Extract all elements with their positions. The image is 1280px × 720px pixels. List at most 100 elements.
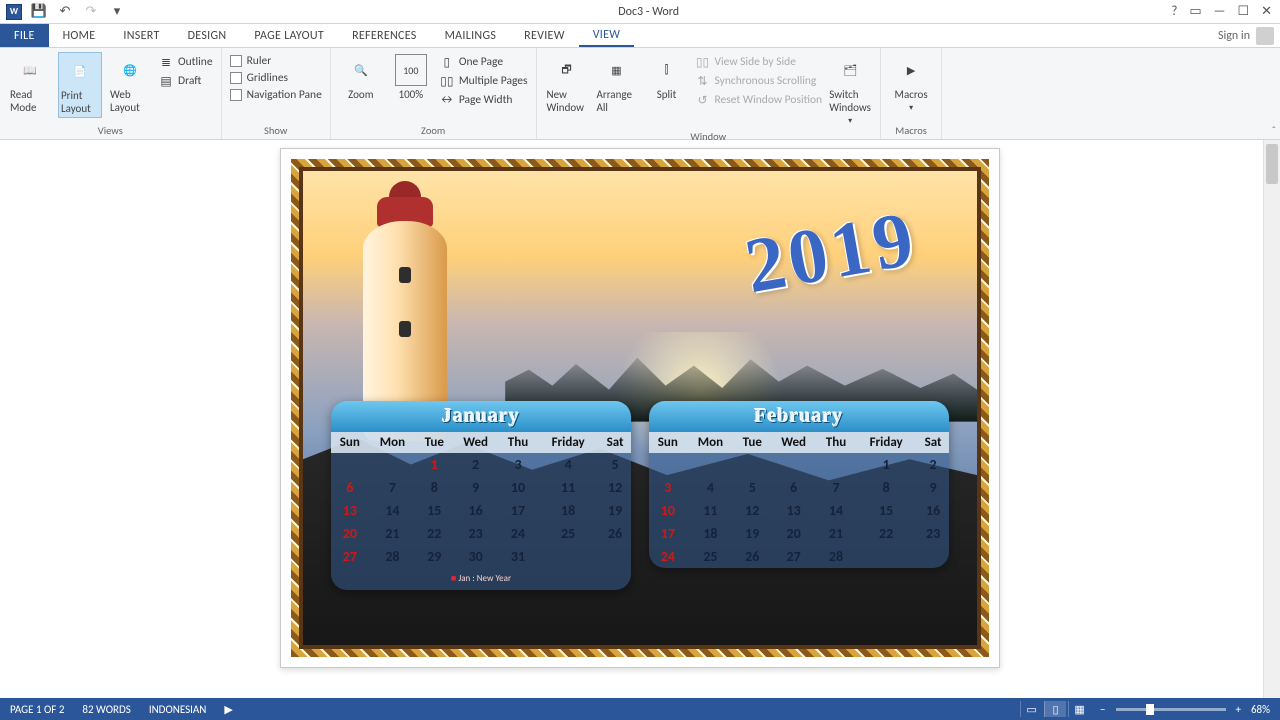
page[interactable]: 2019 January SunMonTueWedThuFridaySat 12… xyxy=(280,148,1000,668)
zoom-level[interactable]: 68% xyxy=(1251,703,1270,716)
sync-scroll-icon: ⇅ xyxy=(695,73,711,89)
day-cell xyxy=(687,453,734,476)
read-mode-view-icon[interactable]: ▭ xyxy=(1020,701,1042,717)
macros-icon: ▶ xyxy=(895,54,927,86)
day-cell: 12 xyxy=(599,476,631,499)
arrange-all-button[interactable]: ▦Arrange All xyxy=(595,52,639,116)
arrange-all-icon: ▦ xyxy=(601,54,633,86)
print-layout-button[interactable]: 📄 Print Layout xyxy=(58,52,102,118)
zoom-out-button[interactable]: − xyxy=(1100,703,1105,716)
zoom-slider-knob[interactable] xyxy=(1146,704,1154,715)
day-cell: 8 xyxy=(855,476,917,499)
day-cell: 15 xyxy=(416,499,452,522)
web-layout-button[interactable]: 🌐 Web Layout xyxy=(108,52,152,116)
group-views-label: Views xyxy=(8,122,213,137)
multiple-pages-button[interactable]: ▯▯Multiple Pages xyxy=(439,73,528,89)
year-title[interactable]: 2019 xyxy=(738,193,923,312)
draft-button[interactable]: ▤Draft xyxy=(158,73,213,89)
page-width-button[interactable]: ↔Page Width xyxy=(439,92,528,108)
minimize-icon[interactable]: — xyxy=(1214,4,1226,19)
tab-references[interactable]: REFERENCES xyxy=(338,24,431,47)
ruler-checkbox[interactable]: Ruler xyxy=(230,54,322,68)
maximize-icon[interactable]: ☐ xyxy=(1237,4,1249,19)
zoom-100-button[interactable]: 100 100% xyxy=(389,52,433,103)
ribbon-options-icon[interactable]: ▭ xyxy=(1189,4,1201,19)
print-layout-view-icon[interactable]: ▯ xyxy=(1044,701,1066,717)
day-header: Mon xyxy=(369,432,416,453)
tab-file[interactable]: FILE xyxy=(0,24,49,47)
gridlines-checkbox[interactable]: Gridlines xyxy=(230,71,322,85)
undo-icon[interactable]: ↶ xyxy=(56,3,74,21)
sign-in-link[interactable]: Sign in xyxy=(1218,29,1250,43)
split-button[interactable]: ⫿Split xyxy=(645,52,689,103)
switch-windows-button[interactable]: 🗂Switch Windows▾ xyxy=(828,52,872,128)
day-cell: 28 xyxy=(369,545,416,568)
zoom-in-button[interactable]: + xyxy=(1236,703,1241,716)
tab-mailings[interactable]: MAILINGS xyxy=(431,24,511,47)
macros-button[interactable]: ▶Macros▾ xyxy=(889,52,933,115)
day-cell: 1 xyxy=(855,453,917,476)
zoom-slider[interactable] xyxy=(1116,708,1226,711)
day-cell: 15 xyxy=(855,499,917,522)
day-cell: 5 xyxy=(599,453,631,476)
read-mode-button[interactable]: 📖 Read Mode xyxy=(8,52,52,116)
tab-insert[interactable]: INSERT xyxy=(109,24,173,47)
split-label: Split xyxy=(657,88,677,101)
group-macros-label: Macros xyxy=(889,122,933,137)
one-page-button[interactable]: ▯One Page xyxy=(439,54,528,70)
day-cell: 7 xyxy=(369,476,416,499)
scroll-thumb[interactable] xyxy=(1266,144,1278,184)
status-macro-icon[interactable]: ▶ xyxy=(224,703,232,716)
calendar-january[interactable]: January SunMonTueWedThuFridaySat 1234567… xyxy=(331,401,631,590)
calendar-february[interactable]: February SunMonTueWedThuFridaySat 123456… xyxy=(649,401,949,568)
close-icon[interactable]: ✕ xyxy=(1261,4,1272,19)
side-by-side-label: View Side by Side xyxy=(715,55,796,69)
vertical-scrollbar[interactable] xyxy=(1263,140,1280,698)
day-cell: 27 xyxy=(331,545,369,568)
quick-access-toolbar: W 💾 ↶ ↷ ▾ xyxy=(0,3,126,21)
calendar-note: ■ Jan : New Year xyxy=(331,568,631,590)
day-cell: 5 xyxy=(734,476,770,499)
status-language[interactable]: INDONESIAN xyxy=(149,703,207,716)
day-header: Sat xyxy=(917,432,949,453)
status-words[interactable]: 82 WORDS xyxy=(82,703,130,716)
user-avatar-icon[interactable] xyxy=(1256,27,1274,45)
tab-view[interactable]: VIEW xyxy=(579,24,635,47)
zoom-button[interactable]: 🔍 Zoom xyxy=(339,52,383,103)
day-cell xyxy=(649,453,687,476)
save-icon[interactable]: 💾 xyxy=(30,3,48,21)
view-side-by-side-button[interactable]: ▯▯View Side by Side xyxy=(695,54,823,70)
tab-design[interactable]: DESIGN xyxy=(174,24,241,47)
nav-pane-checkbox[interactable]: Navigation Pane xyxy=(230,88,322,102)
collapse-ribbon-icon[interactable]: ˆ xyxy=(1272,124,1276,137)
title-bar: W 💾 ↶ ↷ ▾ Doc3 - Word ? ▭ — ☐ ✕ xyxy=(0,0,1280,24)
checkbox-icon xyxy=(230,89,242,101)
outline-button[interactable]: ≣Outline xyxy=(158,54,213,70)
read-mode-label: Read Mode xyxy=(10,88,50,114)
qat-customize-icon[interactable]: ▾ xyxy=(108,3,126,21)
web-layout-label: Web Layout xyxy=(110,88,150,114)
help-icon[interactable]: ? xyxy=(1171,4,1177,19)
day-cell: 21 xyxy=(817,522,855,545)
status-page[interactable]: PAGE 1 OF 2 xyxy=(10,703,64,716)
view-shortcuts: ▭ ▯ ▦ xyxy=(1020,701,1090,717)
day-cell xyxy=(817,453,855,476)
outline-icon: ≣ xyxy=(158,54,174,70)
tab-page-layout[interactable]: PAGE LAYOUT xyxy=(240,24,338,47)
page-border: 2019 January SunMonTueWedThuFridaySat 12… xyxy=(291,159,989,657)
day-cell: 2 xyxy=(452,453,499,476)
calendar-grid: SunMonTueWedThuFridaySat 123456789101112… xyxy=(331,432,631,590)
document-area[interactable]: 2019 January SunMonTueWedThuFridaySat 12… xyxy=(0,140,1280,698)
group-views: 📖 Read Mode 📄 Print Layout 🌐 Web Layout … xyxy=(0,48,222,139)
day-cell: 17 xyxy=(499,499,537,522)
redo-icon[interactable]: ↷ xyxy=(82,3,100,21)
day-cell: 23 xyxy=(917,522,949,545)
day-cell: 14 xyxy=(817,499,855,522)
day-cell: 19 xyxy=(599,499,631,522)
web-layout-view-icon[interactable]: ▦ xyxy=(1068,701,1090,717)
tab-home[interactable]: HOME xyxy=(49,24,110,47)
day-cell: 29 xyxy=(416,545,452,568)
new-window-button[interactable]: 🗗New Window xyxy=(545,52,589,116)
tab-review[interactable]: REVIEW xyxy=(510,24,579,47)
day-header: Sat xyxy=(599,432,631,453)
